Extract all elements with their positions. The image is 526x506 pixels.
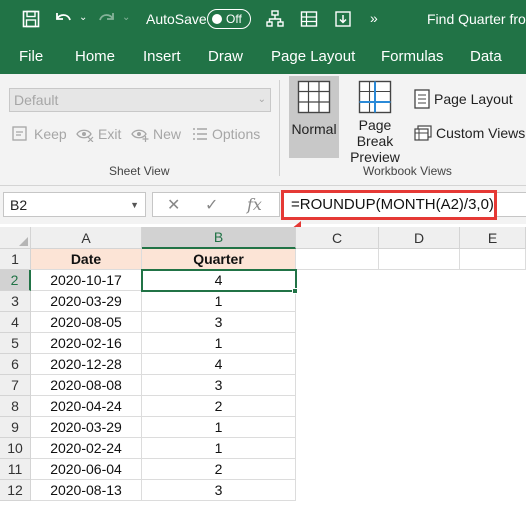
header-cell-quarter[interactable]: Quarter — [142, 249, 296, 270]
quarter-cell[interactable]: 1 — [142, 438, 296, 459]
header-cell-date[interactable]: Date — [31, 249, 142, 270]
quarter-cell[interactable]: 3 — [142, 312, 296, 333]
quarter-cell[interactable]: 3 — [142, 480, 296, 501]
row-header[interactable]: 3 — [0, 291, 31, 312]
row-header[interactable]: 10 — [0, 438, 31, 459]
empty-cell[interactable] — [460, 249, 526, 270]
quarter-cell[interactable]: 3 — [142, 375, 296, 396]
row-header[interactable]: 4 — [0, 312, 31, 333]
row-header[interactable]: 2 — [0, 270, 31, 291]
quarter-cell[interactable]: 1 — [142, 333, 296, 354]
row-header[interactable]: 11 — [0, 459, 31, 480]
quarter-cell[interactable]: 1 — [142, 291, 296, 312]
quarter-cell[interactable]: 2 — [142, 396, 296, 417]
row-header[interactable]: 5 — [0, 333, 31, 354]
empty-cell[interactable] — [379, 249, 460, 270]
date-cell[interactable]: 2020-12-28 — [31, 354, 142, 375]
date-cell[interactable]: 2020-06-04 — [31, 459, 142, 480]
column-header-d[interactable]: D — [379, 227, 460, 249]
row-header[interactable]: 8 — [0, 396, 31, 417]
quarter-cell[interactable]: 1 — [142, 417, 296, 438]
row-header[interactable]: 7 — [0, 375, 31, 396]
row-header[interactable]: 1 — [0, 249, 31, 270]
date-cell[interactable]: 2020-04-24 — [31, 396, 142, 417]
column-header-b[interactable]: B — [142, 227, 296, 249]
date-cell[interactable]: 2020-03-29 — [31, 417, 142, 438]
date-cell[interactable]: 2020-10-17 — [31, 270, 142, 291]
quarter-cell[interactable]: 4 — [142, 354, 296, 375]
row-header[interactable]: 12 — [0, 480, 31, 501]
fill-handle[interactable] — [292, 288, 298, 294]
date-cell[interactable]: 2020-02-24 — [31, 438, 142, 459]
row-header[interactable]: 6 — [0, 354, 31, 375]
quarter-cell[interactable]: 2 — [142, 459, 296, 480]
date-cell[interactable]: 2020-08-08 — [31, 375, 142, 396]
date-cell[interactable]: 2020-08-13 — [31, 480, 142, 501]
row-header[interactable]: 9 — [0, 417, 31, 438]
column-header-e[interactable]: E — [460, 227, 526, 249]
quarter-cell[interactable]: 4 — [142, 270, 296, 291]
spreadsheet-grid[interactable]: A B C D E 1 2 3 4 5 6 7 8 9 10 11 12 Dat… — [0, 227, 526, 506]
date-cell[interactable]: 2020-02-16 — [31, 333, 142, 354]
column-header-a[interactable]: A — [31, 227, 142, 249]
date-cell[interactable]: 2020-08-05 — [31, 312, 142, 333]
date-cell[interactable]: 2020-03-29 — [31, 291, 142, 312]
select-all-corner[interactable] — [0, 227, 31, 249]
column-header-c[interactable]: C — [296, 227, 379, 249]
empty-cell[interactable] — [296, 249, 379, 270]
